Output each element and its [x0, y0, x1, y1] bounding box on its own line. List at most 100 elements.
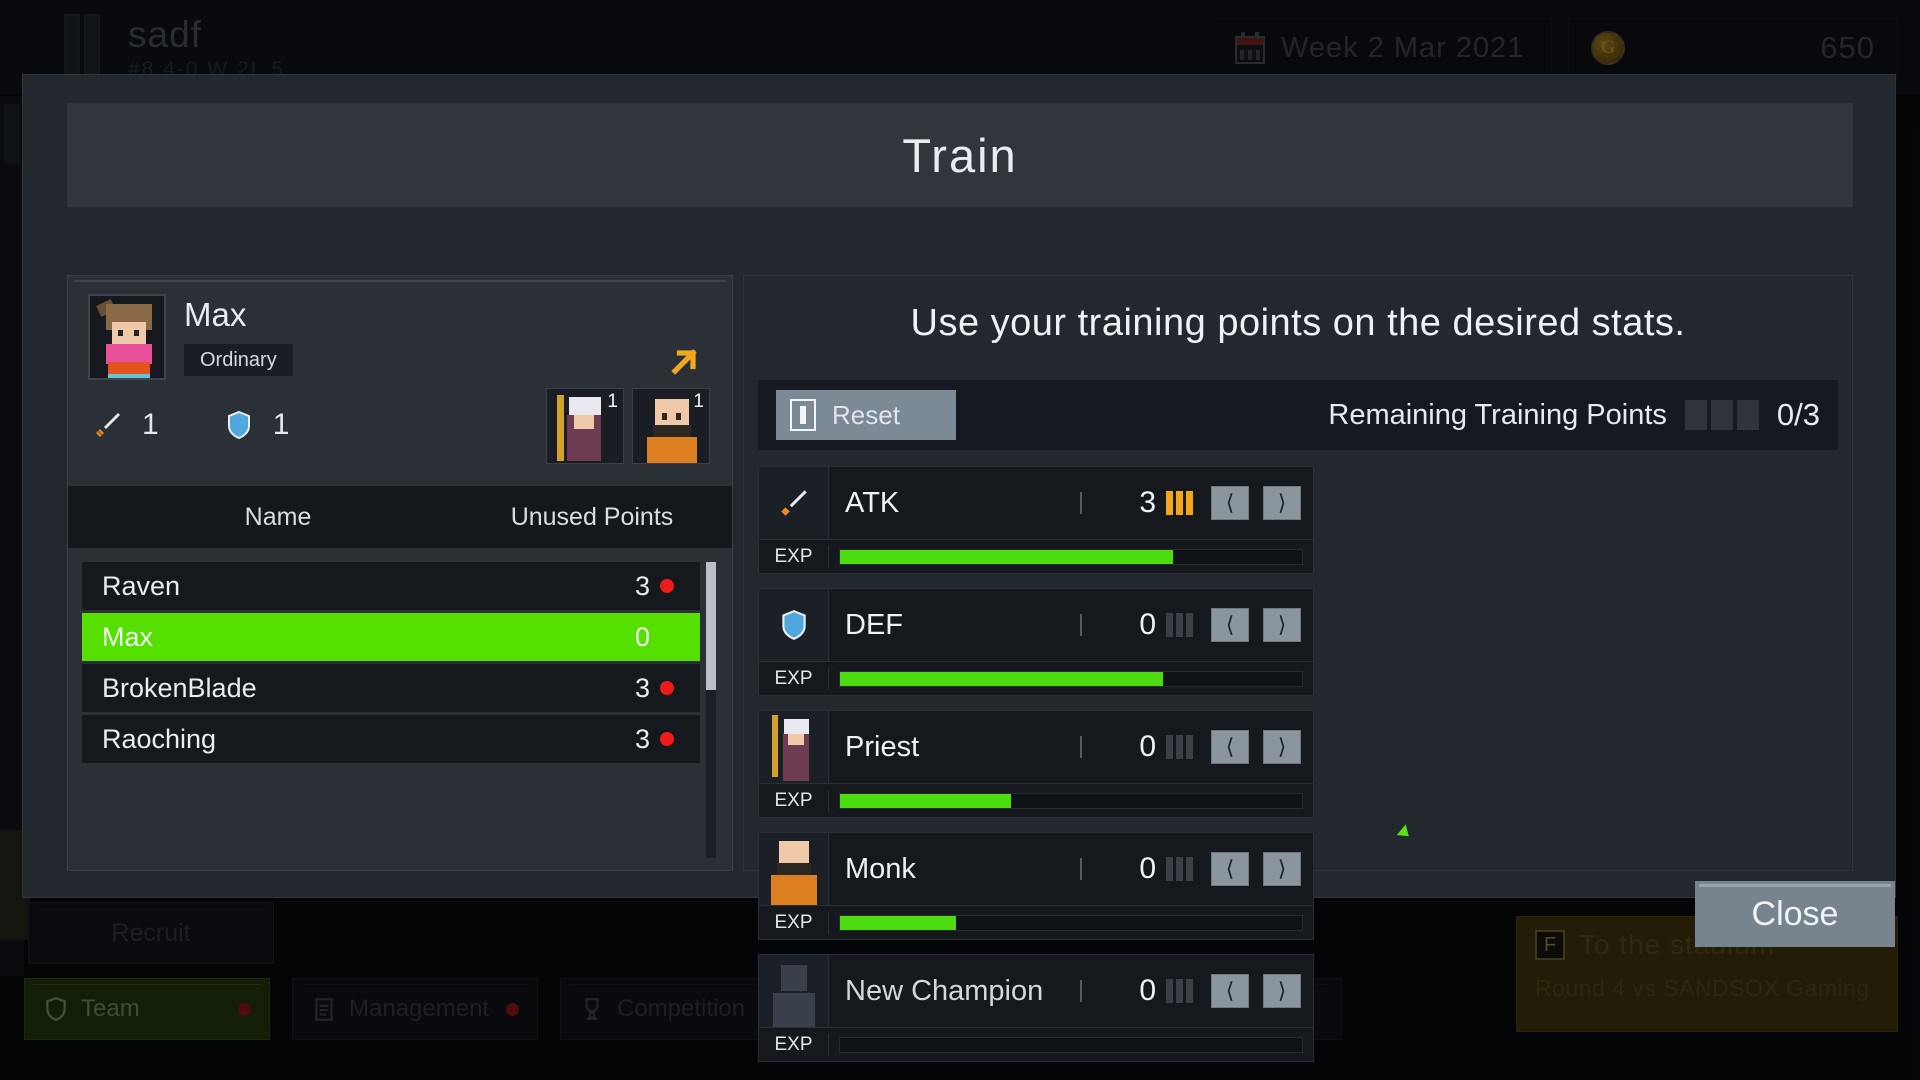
stat-card-atk-top: ATK 3 ⟨ ⟩	[759, 467, 1313, 539]
roster-header: Name Unused Points	[68, 486, 732, 548]
roster-list-wrapper: Raven 3 Max 0 BrokenBlade 3 Raoching 3	[82, 562, 716, 862]
stat-label: ATK	[845, 486, 900, 519]
exp-bar-fill	[840, 793, 1011, 808]
roster-list: Raven 3 Max 0 BrokenBlade 3 Raoching 3	[82, 562, 700, 763]
roster-row-max[interactable]: Max 0	[82, 613, 700, 661]
stat-label: Priest	[845, 730, 920, 763]
remaining-points-pips	[1684, 400, 1759, 430]
roster-scrollbar-track[interactable]	[706, 562, 716, 858]
roster-row-points: 0	[634, 621, 650, 652]
training-panel: Use your training points on the desired …	[743, 275, 1853, 1062]
chevron-right-icon[interactable]: ⟩	[1263, 974, 1301, 1008]
class-chip-monk-level: 1	[693, 391, 704, 412]
roster-row-alert-dot	[650, 579, 684, 593]
roster-row-name: Raven	[102, 570, 181, 601]
stat-card-new-champion-main: New Champion 0 ⟨ ⟩	[829, 955, 1313, 1027]
stat-card-monk-main: Monk 0 ⟨ ⟩	[829, 833, 1313, 905]
chevron-right-icon[interactable]: ⟩	[1263, 730, 1301, 764]
roster-row-name: Raoching	[102, 723, 217, 754]
stat-card-atk: ATK 3 ⟨ ⟩ EXP	[758, 466, 1314, 574]
chevron-right-icon[interactable]: ⟩	[1263, 486, 1301, 520]
stat-label: New Champion	[845, 974, 1044, 1007]
stat-separator	[1080, 858, 1082, 880]
chevron-left-icon[interactable]: ⟨	[1211, 486, 1249, 520]
dialog-body: Max Ordinary 1 1 1 1 Name Unused Points …	[67, 275, 1853, 1062]
stat-card-def-main: DEF 0 ⟨ ⟩	[829, 589, 1313, 661]
stat-pips	[1166, 857, 1193, 881]
exp-bar-track	[839, 792, 1303, 809]
exp-label: EXP	[759, 911, 829, 934]
class-chip-monk[interactable]: 1	[632, 388, 710, 464]
chevron-left-icon[interactable]: ⟨	[1211, 852, 1249, 886]
stat-separator	[1080, 492, 1082, 514]
exp-label: EXP	[759, 1033, 829, 1056]
character-class-chips: 1 1	[546, 388, 710, 464]
roster-scrollbar-thumb[interactable]	[706, 562, 716, 690]
close-button-label: Close	[1751, 894, 1839, 933]
exp-bar-track	[839, 1036, 1303, 1053]
stat-pips	[1166, 613, 1193, 637]
class-chip-priest-level: 1	[607, 391, 618, 412]
stat-label: DEF	[845, 608, 903, 641]
dialog-title: Train	[67, 103, 1853, 207]
chevron-right-icon[interactable]: ⟩	[1263, 852, 1301, 886]
stat-separator	[1080, 736, 1082, 758]
priest-icon	[759, 711, 829, 783]
roster-row-points: 3	[634, 570, 650, 601]
stat-card-def-top: DEF 0 ⟨ ⟩	[759, 589, 1313, 661]
mini-stat-attack: 1	[92, 408, 159, 442]
character-mini-stats: 1 1	[92, 408, 289, 442]
stat-exp-row: EXP	[759, 905, 1313, 939]
mini-stat-attack-value: 1	[142, 408, 159, 441]
roster-col-points: Unused Points	[510, 502, 674, 531]
close-button[interactable]: Close	[1695, 881, 1895, 947]
reset-button-label: Reset	[832, 399, 900, 430]
stat-pips	[1166, 491, 1193, 515]
selected-character-card: Max Ordinary 1 1 1 1	[68, 276, 732, 486]
roster-row-raoching[interactable]: Raoching 3	[82, 715, 700, 763]
unknown-champion-icon	[759, 955, 829, 1027]
training-toolbar: Reset Remaining Training Points 0/3	[758, 380, 1838, 450]
roster-row-brokenblade[interactable]: BrokenBlade 3	[82, 664, 700, 712]
reset-button[interactable]: Reset	[776, 390, 956, 440]
stat-pips	[1166, 979, 1193, 1003]
stat-value: 0	[1139, 730, 1156, 763]
exp-bar-fill	[840, 671, 1164, 686]
exp-label: EXP	[759, 545, 829, 568]
roster-col-name: Name	[244, 502, 312, 531]
stat-value: 0	[1139, 852, 1156, 885]
chevron-left-icon[interactable]: ⟨	[1211, 974, 1249, 1008]
stat-card-monk: Monk 0 ⟨ ⟩ EXP	[758, 832, 1314, 940]
train-dialog: Train Max Ordinary 1 1 1 1 Name Unused P…	[22, 74, 1896, 1062]
roster-row-raven[interactable]: Raven 3	[82, 562, 700, 610]
stat-card-priest-top: Priest 0 ⟨ ⟩	[759, 711, 1313, 783]
remaining-points-label: Remaining Training Points	[1328, 398, 1667, 431]
character-panel: Max Ordinary 1 1 1 1 Name Unused Points …	[67, 275, 733, 871]
chevron-left-icon[interactable]: ⟨	[1211, 730, 1249, 764]
chevron-right-icon[interactable]: ⟩	[1263, 608, 1301, 642]
stat-exp-row: EXP	[759, 539, 1313, 573]
exp-bar-fill	[840, 915, 956, 930]
mini-stat-defense-value: 1	[272, 408, 290, 441]
mini-stat-defense: 1	[223, 408, 290, 442]
character-name: Max	[184, 296, 247, 333]
arrow-up-right-icon[interactable]	[666, 344, 702, 380]
chevron-left-icon[interactable]: ⟨	[1211, 608, 1249, 642]
roster-row-name: BrokenBlade	[102, 672, 257, 703]
stat-card-grid: ATK 3 ⟨ ⟩ EXP DEF 0 ⟨ ⟩ EXP Priest 0 ⟨ ⟩…	[758, 466, 1838, 1062]
character-portrait-max	[88, 294, 166, 380]
exp-bar-fill	[840, 549, 1173, 564]
reset-icon	[790, 399, 816, 431]
stat-card-priest-main: Priest 0 ⟨ ⟩	[829, 711, 1313, 783]
stat-card-new-champion-top: New Champion 0 ⟨ ⟩	[759, 955, 1313, 1027]
exp-label: EXP	[759, 667, 829, 690]
stat-value: 0	[1139, 608, 1156, 641]
sword-icon	[92, 409, 124, 441]
shield-icon	[223, 409, 255, 441]
stat-separator	[1080, 980, 1082, 1002]
class-chip-priest[interactable]: 1	[546, 388, 624, 464]
roster-row-points: 3	[634, 672, 650, 703]
stat-label: Monk	[845, 852, 916, 885]
stat-card-new-champion: New Champion 0 ⟨ ⟩ EXP	[758, 954, 1314, 1062]
stat-exp-row: EXP	[759, 783, 1313, 817]
